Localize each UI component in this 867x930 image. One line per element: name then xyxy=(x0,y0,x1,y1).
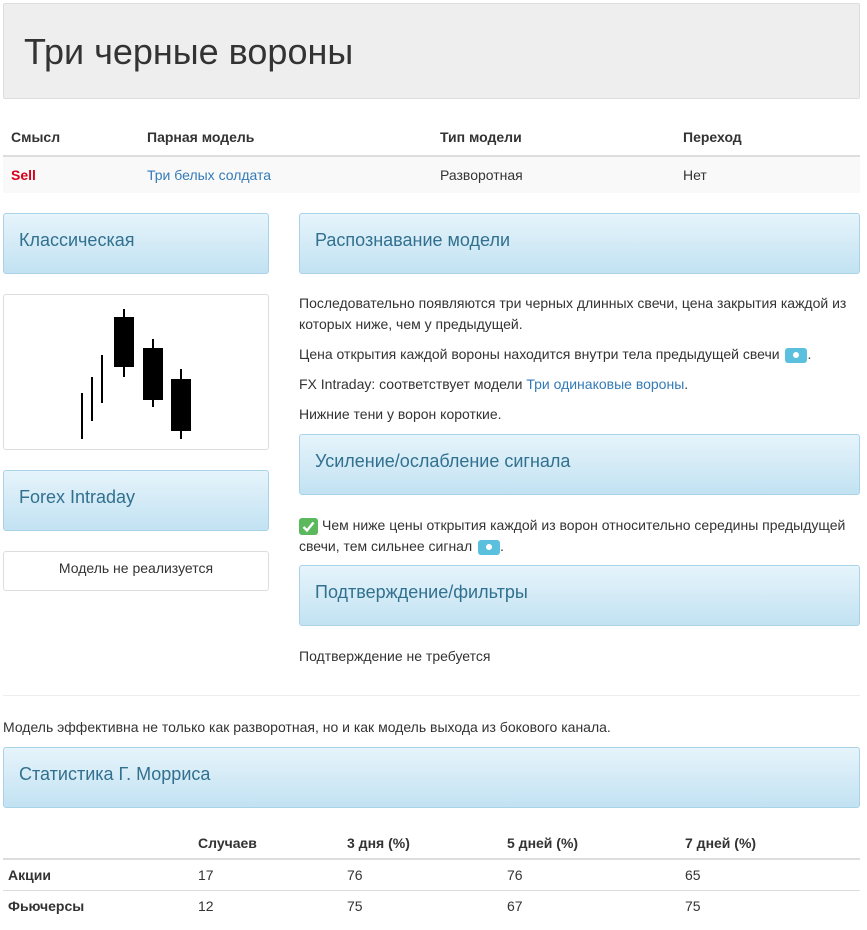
stats-header-3d: 3 дня (%) xyxy=(342,827,502,860)
crow-3-body xyxy=(171,379,191,431)
stats-panel-title: Статистика Г. Морриса xyxy=(19,764,211,784)
confirmation-text: Подтверждение не требуется xyxy=(299,648,491,664)
stats-7d: 75 xyxy=(685,897,701,914)
divider xyxy=(3,695,860,696)
stats-cases: 17 xyxy=(193,859,342,891)
stats-header-5d: 5 дней (%) xyxy=(502,827,680,860)
classic-panel-title: Классическая xyxy=(19,230,135,250)
recognition-paragraph-3-prefix: FX Intraday: соответствует модели xyxy=(299,376,527,392)
page-title: Три черные вороны xyxy=(24,31,354,72)
recognition-paragraph-2: Цена открытия каждой вороны находится вн… xyxy=(299,346,812,363)
forex-panel-body: Модель не реализуется xyxy=(3,551,269,591)
crow-2-body xyxy=(143,348,163,400)
stats-5d: 76 xyxy=(502,859,680,891)
meaning-value: Sell xyxy=(11,167,36,183)
effectiveness-note: Модель эффективна не только как разворот… xyxy=(3,719,611,735)
stats-panel-heading: Статистика Г. Морриса xyxy=(3,747,860,808)
header-type: Тип модели xyxy=(432,118,675,157)
stats-3d: 76 xyxy=(342,859,502,891)
recognition-paragraph-4: Нижние тени у ворон короткие. xyxy=(299,406,502,422)
forex-panel-heading: Forex Intraday xyxy=(3,470,269,531)
recognition-paragraph-2-text: Цена открытия каждой вороны находится вн… xyxy=(299,346,780,362)
stats-3d: 75 xyxy=(347,897,363,914)
recognition-paragraph-1: Последовательно появляются три черных дл… xyxy=(299,295,847,332)
info-icon[interactable] xyxy=(785,347,808,363)
stats-row-name: Фьючерсы xyxy=(8,897,85,914)
crow-1-body xyxy=(114,317,134,367)
recognition-paragraph-3-suffix: . xyxy=(684,376,689,392)
properties-table: Смысл Парная модель Тип модели Переход S… xyxy=(3,118,860,193)
classic-panel-heading: Классическая xyxy=(3,213,269,274)
header-transition: Переход xyxy=(675,118,860,157)
table-row: Sell Три белых солдата Разворотная Нет xyxy=(3,156,860,193)
stats-header-cases: Случаев xyxy=(193,827,342,860)
page-header: Три черные вороны xyxy=(3,3,860,99)
info-icon[interactable] xyxy=(478,539,501,555)
candlestick-diagram xyxy=(3,294,269,450)
recognition-paragraph-3: FX Intraday: соответствует модели Три од… xyxy=(299,374,860,395)
stats-header-7d: 7 дней (%) xyxy=(680,827,860,860)
type-value: Разворотная xyxy=(432,156,675,193)
confirmation-panel-heading: Подтверждение/фильтры xyxy=(299,565,860,626)
three-black-crows-chart xyxy=(81,309,191,439)
stats-table: Случаев 3 дня (%) 5 дней (%) 7 дней (%) … xyxy=(3,827,860,921)
signal-paragraph: Чем ниже цены открытия каждой из ворон о… xyxy=(299,517,846,555)
stats-5d: 67 xyxy=(507,897,523,914)
forex-text: Модель не реализуется xyxy=(58,560,214,576)
paired-model-link[interactable]: Три белых солдата xyxy=(147,167,271,183)
stats-row-name: Акции xyxy=(3,859,193,891)
transition-value: Нет xyxy=(675,156,860,193)
table-row: Акции 17 76 76 65 xyxy=(3,859,860,891)
confirmation-panel-title: Подтверждение/фильтры xyxy=(315,582,528,602)
stats-cases: 12 xyxy=(198,897,214,914)
table-row: Фьючерсы 12 75 67 75 xyxy=(3,890,860,921)
header-meaning: Смысл xyxy=(3,118,139,157)
header-paired: Парная модель xyxy=(139,118,432,157)
signal-panel-title: Усиление/ослабление сигнала xyxy=(315,451,571,471)
stats-7d: 65 xyxy=(680,859,860,891)
forex-panel-title: Forex Intraday xyxy=(19,487,136,507)
check-icon xyxy=(299,517,318,535)
signal-panel-heading: Усиление/ослабление сигнала xyxy=(299,434,860,495)
recognition-panel-heading: Распознавание модели xyxy=(299,213,860,274)
signal-text: Чем ниже цены открытия каждой из ворон о… xyxy=(299,517,846,554)
stats-header-blank xyxy=(3,827,193,860)
recognition-panel-title: Распознавание модели xyxy=(315,230,511,250)
three-identical-crows-link[interactable]: Три одинаковые вороны xyxy=(526,376,684,392)
